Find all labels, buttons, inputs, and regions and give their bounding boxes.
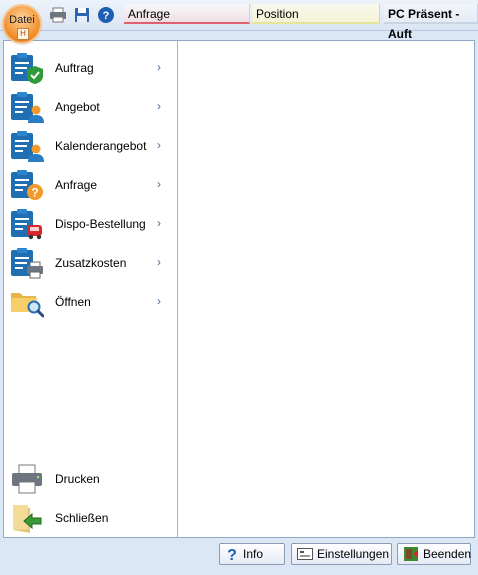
chevron-right-icon: ›: [157, 255, 161, 269]
backstage-panel: Auftrag › Angebot › Kalenderangebot › ? …: [3, 40, 475, 538]
svg-text:?: ?: [227, 547, 237, 562]
save-icon: [75, 8, 89, 22]
menu-item-oeffnen[interactable]: Öffnen ›: [4, 283, 177, 321]
menu-item-angebot[interactable]: Angebot ›: [4, 88, 177, 126]
file-menu-hotkey: H: [17, 28, 29, 40]
tab-anfrage[interactable]: Anfrage: [124, 4, 250, 24]
menu-item-label: Zusatzkosten: [55, 256, 127, 270]
menu-item-label: Öffnen: [55, 295, 91, 309]
menu-item-drucken[interactable]: Drucken: [4, 460, 177, 498]
tab-position[interactable]: Position: [252, 4, 380, 24]
quit-button[interactable]: Beenden: [397, 543, 471, 565]
tab-pc-praesent[interactable]: PC Präsent - Auft: [384, 4, 478, 41]
quick-print-button[interactable]: [48, 5, 68, 25]
menu-item-label: Dispo-Bestellung: [55, 217, 146, 231]
clipboard-person-icon: [11, 92, 44, 123]
menu-item-zusatzkosten[interactable]: Zusatzkosten ›: [4, 244, 177, 282]
chevron-right-icon: ›: [157, 60, 161, 74]
menu-item-label: Schließen: [55, 511, 109, 525]
settings-button[interactable]: Einstellungen: [291, 543, 392, 565]
quick-save-button[interactable]: [72, 5, 92, 25]
printer-icon: [50, 7, 66, 23]
file-menu-label: Datei: [9, 14, 35, 26]
help-icon: ?: [227, 547, 237, 562]
quick-access-toolbar: ?: [48, 4, 116, 26]
chevron-right-icon: ›: [157, 99, 161, 113]
menu-item-anfrage[interactable]: ? Anfrage ›: [4, 166, 177, 204]
chevron-right-icon: ›: [157, 138, 161, 152]
chevron-right-icon: ›: [157, 177, 161, 191]
settings-button-label: Einstellungen: [317, 547, 390, 561]
close-folder-icon: [13, 505, 42, 533]
clipboard-question-icon: ?: [11, 170, 43, 200]
menu-item-schliessen[interactable]: Schließen: [4, 499, 177, 537]
folder-search-icon: [11, 293, 44, 318]
ribbon-bar: ? Anfrage Position PC Präsent - Auft: [0, 0, 478, 41]
svg-text:?: ?: [31, 186, 38, 200]
exit-icon: [404, 547, 418, 561]
clipboard-truck-icon: [11, 209, 42, 240]
chevron-right-icon: ›: [157, 216, 161, 230]
menu-item-label: Drucken: [55, 472, 100, 486]
menu-item-auftrag[interactable]: Auftrag ›: [4, 49, 177, 87]
clipboard-printer-icon: [11, 248, 43, 279]
help-icon: ?: [98, 7, 114, 23]
quick-help-button[interactable]: ?: [96, 5, 116, 25]
settings-icon: [297, 548, 313, 560]
chevron-right-icon: ›: [157, 294, 161, 308]
preview-area: [178, 41, 474, 537]
menu-item-label: Auftrag: [55, 61, 94, 75]
menu-item-label: Anfrage: [55, 178, 98, 192]
clipboard-check-icon: [11, 53, 43, 84]
quit-button-label: Beenden: [423, 547, 472, 561]
clipboard-person-icon: [11, 131, 44, 162]
svg-text:?: ?: [103, 10, 110, 22]
info-button[interactable]: ? Info: [219, 543, 285, 565]
menu-item-label: Kalenderangebot: [55, 139, 147, 153]
menu-item-dispo-bestellung[interactable]: Dispo-Bestellung ›: [4, 205, 177, 243]
menu-item-kalenderangebot[interactable]: Kalenderangebot ›: [4, 127, 177, 165]
file-menu-button[interactable]: Datei H: [4, 6, 40, 42]
file-menu: Auftrag › Angebot › Kalenderangebot › ? …: [4, 41, 178, 537]
info-button-label: Info: [243, 547, 264, 561]
menu-item-label: Angebot: [55, 100, 100, 114]
printer-icon: [12, 464, 42, 494]
